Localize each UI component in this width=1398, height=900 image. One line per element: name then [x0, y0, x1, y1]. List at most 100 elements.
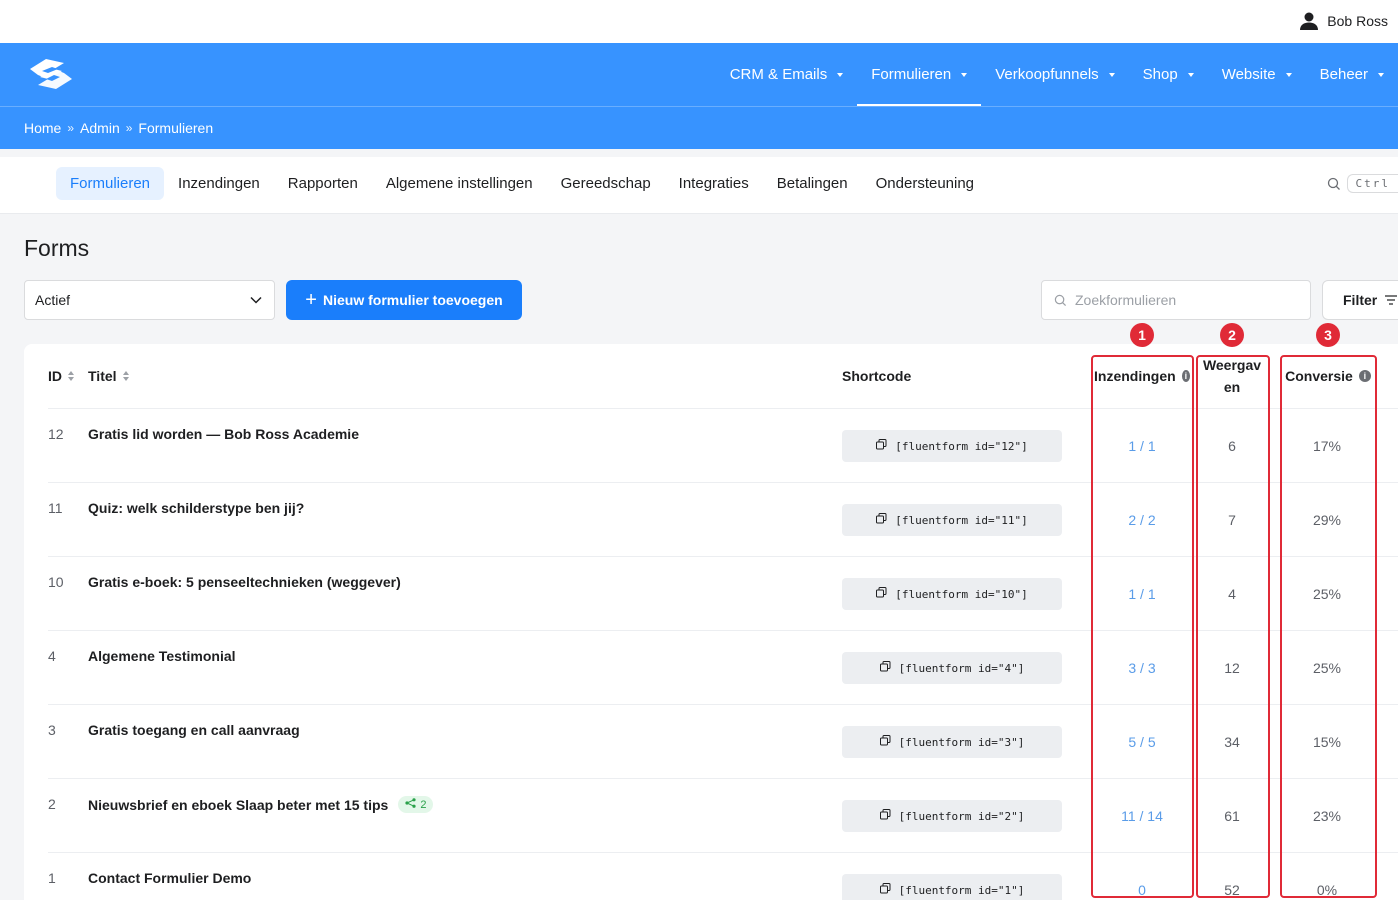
cell-id: 11	[48, 500, 63, 516]
breadcrumb-item[interactable]: Home	[24, 120, 61, 136]
tab-gereedschap[interactable]: Gereedschap	[547, 167, 665, 200]
status-select-value: Actief	[35, 292, 71, 308]
chevron-down-icon	[1285, 72, 1292, 77]
cell-id: 2	[48, 796, 56, 812]
copy-icon	[879, 661, 891, 675]
tab-inzendingen[interactable]: Inzendingen	[164, 167, 274, 200]
global-search[interactable]: Ctrl	[1327, 174, 1398, 193]
add-form-label: Nieuw formulier toevoegen	[322, 292, 503, 308]
linked-badge[interactable]: 2	[398, 796, 434, 813]
form-title[interactable]: Contact Formulier Demo	[88, 870, 251, 886]
nav-item-shop[interactable]: Shop	[1129, 43, 1208, 106]
tab-formulieren[interactable]: Formulieren	[56, 167, 165, 200]
shortcode-text: [fluentform id="2"]	[898, 809, 1025, 823]
nav-item-beheer[interactable]: Beheer	[1306, 43, 1398, 106]
nav-item-website[interactable]: Website	[1208, 43, 1306, 106]
copy-icon	[876, 439, 887, 453]
shortcode-copy-button[interactable]: [fluentform id="4"]	[842, 652, 1062, 684]
sub-navigation: Formulieren Inzendingen Rapporten Algemene …	[0, 157, 1398, 214]
search-forms[interactable]	[1041, 280, 1311, 320]
chevron-down-icon	[961, 72, 968, 77]
tab-algemene-instellingen[interactable]: Algemene instellingen	[372, 167, 547, 200]
shortcode-text: [fluentform id="11"]	[895, 513, 1028, 527]
tab-betalingen[interactable]: Betalingen	[763, 167, 862, 200]
nav-item-label: Beheer	[1319, 66, 1368, 83]
copy-icon	[876, 513, 887, 527]
form-title[interactable]: Gratis toegang en call aanvraag	[88, 722, 300, 738]
breadcrumb-separator: »	[125, 121, 133, 135]
form-title[interactable]: Gratis e-boek: 5 penseeltechnieken (wegg…	[88, 574, 401, 590]
form-title[interactable]: Gratis lid worden — Bob Ross Academie	[88, 426, 359, 442]
col-header-id[interactable]: ID	[48, 344, 74, 408]
shortcode-copy-button[interactable]: [fluentform id="2"]	[842, 800, 1062, 832]
shortcode-text: [fluentform id="10"]	[895, 587, 1028, 601]
shortcode-copy-button[interactable]: [fluentform id="1"]	[842, 874, 1062, 900]
form-title[interactable]: Nieuwsbrief en eboek Slaap beter met 15 …	[88, 797, 388, 813]
nav-item-crm-emails[interactable]: CRM & Emails	[716, 43, 858, 106]
logo-icon[interactable]	[24, 55, 78, 93]
copy-icon	[879, 809, 891, 823]
shortcode-copy-button[interactable]: [fluentform id="12"]	[842, 430, 1062, 462]
search-icon	[1054, 294, 1067, 306]
filter-icon	[1385, 295, 1398, 305]
status-select[interactable]: Actief	[24, 280, 275, 320]
nav-item-label: Verkoopfunnels	[995, 66, 1099, 83]
shortcode-copy-button[interactable]: [fluentform id="3"]	[842, 726, 1062, 758]
nav-item-label: CRM & Emails	[729, 66, 828, 83]
user-bar: Bob Ross	[0, 0, 1398, 43]
filter-button[interactable]: Filter	[1322, 280, 1398, 320]
cell-title[interactable]: Nieuwsbrief en eboek Slaap beter met 15 …	[88, 796, 434, 813]
cell-title[interactable]: Gratis toegang en call aanvraag	[88, 722, 300, 738]
cell-title[interactable]: Algemene Testimonial	[88, 648, 236, 664]
cell-title[interactable]: Gratis lid worden — Bob Ross Academie	[88, 426, 359, 442]
share-icon	[405, 798, 416, 811]
shortcode-text: [fluentform id="1"]	[898, 883, 1025, 897]
tab-integraties[interactable]: Integraties	[665, 167, 763, 200]
cell-title[interactable]: Gratis e-boek: 5 penseeltechnieken (wegg…	[88, 574, 401, 590]
annotation-marker: 1	[1130, 323, 1154, 347]
annotation-marker: 3	[1316, 323, 1340, 347]
cell-title[interactable]: Quiz: welk schilderstype ben jij?	[88, 500, 304, 516]
breadcrumb-separator: »	[67, 121, 75, 135]
annotation-box-views	[1196, 355, 1270, 898]
shortcode-copy-button[interactable]: [fluentform id="11"]	[842, 504, 1062, 536]
annotation-box-submissions	[1091, 355, 1194, 898]
search-icon	[1327, 177, 1340, 190]
nav-item-verkoopfunnels[interactable]: Verkoopfunnels	[981, 43, 1128, 106]
copy-icon	[879, 883, 891, 897]
chevron-down-icon	[1187, 72, 1194, 77]
annotation-box-conversion	[1280, 355, 1377, 898]
shortcut-hint: Ctrl	[1346, 174, 1398, 193]
breadcrumb-item[interactable]: Formulieren	[138, 120, 213, 136]
shortcode-copy-button[interactable]: [fluentform id="10"]	[842, 578, 1062, 610]
cell-id: 3	[48, 722, 56, 738]
main-menu: CRM & Emails Formulieren Verkoopfunnels Sho…	[716, 43, 1398, 106]
plus-icon: +	[305, 289, 317, 311]
cell-id: 10	[48, 574, 64, 590]
add-form-button[interactable]: + Nieuw formulier toevoegen	[286, 280, 522, 320]
shortcode-text: [fluentform id="12"]	[895, 439, 1028, 453]
shortcode-text: [fluentform id="4"]	[898, 661, 1025, 675]
search-input[interactable]	[1075, 292, 1275, 308]
nav-item-label: Formulieren	[871, 66, 952, 83]
form-title[interactable]: Algemene Testimonial	[88, 648, 236, 664]
col-header-title[interactable]: Titel	[88, 344, 129, 408]
form-title[interactable]: Quiz: welk schilderstype ben jij?	[88, 500, 304, 516]
chevron-down-icon	[837, 72, 844, 77]
copy-icon	[879, 735, 891, 749]
user-name: Bob Ross	[1327, 13, 1388, 29]
nav-item-formulieren[interactable]: Formulieren	[857, 43, 982, 106]
annotation-marker: 2	[1220, 323, 1244, 347]
copy-icon	[876, 587, 887, 601]
tab-ondersteuning[interactable]: Ondersteuning	[862, 167, 988, 200]
cell-title[interactable]: Contact Formulier Demo	[88, 870, 251, 886]
page-title: Forms	[24, 235, 90, 261]
tab-rapporten[interactable]: Rapporten	[274, 167, 372, 200]
user-icon	[1300, 12, 1319, 30]
nav-item-label: Shop	[1142, 66, 1178, 83]
breadcrumb-item[interactable]: Admin	[80, 120, 120, 136]
breadcrumb: Home » Admin » Formulieren	[0, 106, 1398, 149]
sort-icon	[122, 371, 129, 381]
user-menu[interactable]: Bob Ross	[1299, 11, 1388, 31]
col-header-shortcode: Shortcode	[842, 344, 911, 408]
